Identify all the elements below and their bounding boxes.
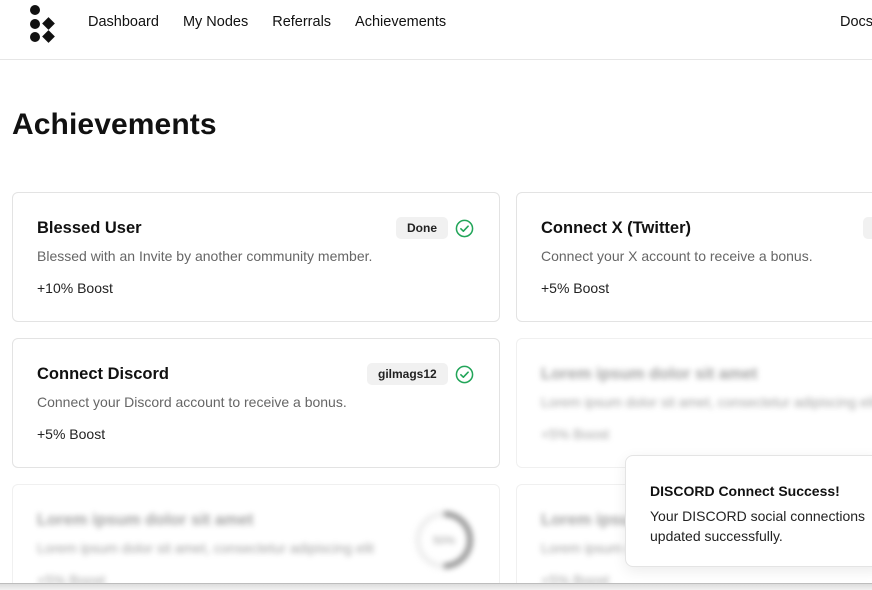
card-title: Blessed User	[37, 219, 142, 237]
card-boost: +10% Boost	[37, 280, 113, 296]
achievement-card-locked: Lorem ipsum dolor sit amet Lorem ipsum d…	[516, 338, 872, 468]
card-boost: +5% Boost	[541, 280, 610, 296]
card-boost: +5% Boost	[37, 426, 106, 442]
page-title: Achievements	[12, 108, 217, 141]
nav-links: Dashboard My Nodes Referrals Achievement…	[88, 14, 446, 30]
card-title: Connect X (Twitter)	[541, 219, 692, 237]
window-bottom-edge	[0, 583, 872, 590]
progress-label: 50%	[433, 535, 455, 547]
dots-logo-icon[interactable]	[27, 2, 57, 44]
nav-link-dashboard[interactable]: Dashboard	[88, 14, 159, 30]
card-description: Connect your Discord account to receive …	[37, 394, 347, 410]
card-boost: +5% Boost	[541, 426, 610, 442]
nav-link-referrals[interactable]: Referrals	[272, 14, 331, 30]
card-description: Lorem ipsum dolor sit amet, consectetur …	[37, 540, 374, 556]
nav-link-docs[interactable]: Docs	[840, 14, 872, 30]
card-description: Lorem ipsum dolor sit amet, consectetur …	[541, 394, 872, 410]
achievement-card-blessed-user: Blessed User Blessed with an Invite by a…	[12, 192, 500, 322]
toast-title: DISCORD Connect Success!	[650, 483, 840, 499]
progress-ring: 50%	[415, 511, 473, 569]
card-title: Lorem ipsum dolor sit amet	[37, 511, 254, 529]
connect-button[interactable]	[863, 217, 872, 239]
card-title: Connect Discord	[37, 365, 170, 383]
nav-link-achievements[interactable]: Achievements	[355, 14, 446, 30]
check-circle-icon	[455, 219, 474, 238]
achievement-card-connect-x: Connect X (Twitter) Connect your X accou…	[516, 192, 872, 322]
discord-username-badge: gilmags12	[367, 363, 448, 385]
achievement-card-locked: Lorem ipsum dolor sit amet Lorem ipsum d…	[12, 484, 500, 590]
card-description: Blessed with an Invite by another commun…	[37, 248, 373, 264]
success-toast[interactable]: DISCORD Connect Success! Your DISCORD so…	[625, 455, 872, 567]
toast-message: Your DISCORD social connections updated …	[650, 508, 866, 544]
top-nav: Dashboard My Nodes Referrals Achievement…	[0, 0, 872, 60]
status-badge: Done	[396, 217, 448, 239]
nav-link-my-nodes[interactable]: My Nodes	[183, 14, 248, 30]
card-description: Connect your X account to receive a bonu…	[541, 248, 813, 264]
card-title: Lorem ipsum dolor sit amet	[541, 365, 758, 383]
achievement-card-connect-discord: Connect Discord Connect your Discord acc…	[12, 338, 500, 468]
check-circle-icon	[455, 365, 474, 384]
